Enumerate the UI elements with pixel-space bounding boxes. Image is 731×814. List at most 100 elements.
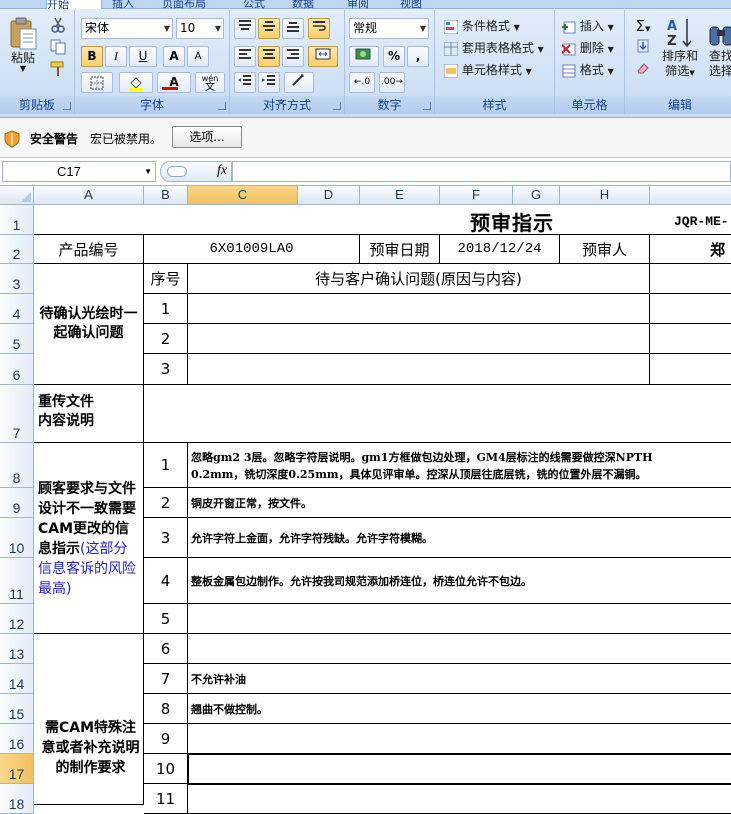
shrink-font-button[interactable]: A	[187, 46, 209, 67]
formula-input[interactable]	[232, 161, 731, 182]
column-header-i[interactable]	[650, 186, 731, 205]
name-box[interactable]: C17 ▼	[2, 161, 156, 182]
number-format-combo[interactable]: 常规 ▼	[349, 18, 429, 39]
row-header-18[interactable]: 18	[0, 784, 34, 814]
underline-button[interactable]: U	[129, 46, 157, 67]
wrap-text-button[interactable]	[308, 18, 330, 39]
align-left-button[interactable]	[234, 46, 256, 67]
row-header-6[interactable]: 6	[0, 354, 34, 385]
grow-font-button[interactable]: A	[163, 46, 185, 67]
s3-seq-3[interactable]: 3	[144, 518, 188, 558]
font-color-button[interactable]: A	[157, 72, 191, 93]
tab-formulas[interactable]: 公式	[243, 0, 265, 10]
conditional-formatting-button[interactable]: 条件格式 ▼	[441, 16, 523, 36]
s3-instruction-1[interactable]: 忽略gm2 3层。忽略字符层说明。gm1方框做包边处理，GM4层标注的线需要做控…	[188, 443, 731, 488]
row-header-13[interactable]: 13	[0, 634, 34, 664]
s4-requirement-7[interactable]: 不允许补油	[188, 664, 731, 694]
borders-button[interactable]	[81, 72, 113, 93]
row-header-8[interactable]: 8	[0, 443, 34, 488]
row-header-17[interactable]: 17	[0, 754, 34, 784]
formula-expand-knob[interactable]	[167, 166, 187, 177]
decrease-decimal-button[interactable]: .00→	[379, 72, 405, 93]
column-header-e[interactable]: E	[360, 186, 440, 205]
reupload-notes-content[interactable]	[144, 385, 731, 443]
s3-seq-4[interactable]: 4	[144, 558, 188, 604]
reviewer-label[interactable]: 预审人	[560, 235, 650, 264]
cut-button[interactable]	[48, 16, 68, 36]
s3-seq-2[interactable]: 2	[144, 488, 188, 518]
sort-filter-button[interactable]: AZ 排序和 筛选▼	[661, 16, 699, 96]
row-header-2[interactable]: 2	[0, 235, 34, 264]
row-header-1[interactable]: 1	[0, 205, 34, 235]
row-header-11[interactable]: 11	[0, 558, 34, 604]
s4-seq-11[interactable]: 11	[144, 784, 188, 814]
tab-insert[interactable]: 插入	[112, 0, 134, 10]
s4-seq-6[interactable]: 6	[144, 634, 188, 664]
product-number-label[interactable]: 产品编号	[34, 235, 144, 264]
s4-seq-10[interactable]: 10	[144, 754, 188, 784]
alignment-dialog-launcher[interactable]	[333, 102, 341, 110]
s1-issue-1[interactable]	[188, 294, 650, 324]
s1-extra-1[interactable]	[650, 294, 731, 324]
increase-decimal-button[interactable]: ←.0	[349, 72, 375, 93]
format-as-table-button[interactable]: 套用表格格式 ▼	[441, 38, 547, 58]
font-name-combo[interactable]: 宋体 ▼	[81, 18, 173, 39]
issue-header[interactable]: 待与客户确认问题(原因与内容)	[188, 264, 650, 294]
number-dialog-launcher[interactable]	[423, 102, 431, 110]
s4-seq-9[interactable]: 9	[144, 724, 188, 754]
s4-requirement-6[interactable]	[188, 634, 731, 664]
decrease-indent-button[interactable]	[234, 72, 256, 93]
row-header-3[interactable]: 3	[0, 264, 34, 294]
bold-button[interactable]: B	[81, 46, 103, 67]
s3-instruction-5[interactable]	[188, 604, 731, 634]
autosum-button[interactable]: Σ▼	[628, 16, 658, 36]
increase-indent-button[interactable]	[258, 72, 280, 93]
section-reupload-notes[interactable]: 重传文件 内容说明	[34, 385, 144, 443]
select-all-corner[interactable]	[0, 186, 34, 205]
merge-center-button[interactable]	[308, 46, 338, 67]
column-header-c[interactable]: C	[188, 186, 298, 205]
s4-seq-8[interactable]: 8	[144, 694, 188, 724]
row-header-15[interactable]: 15	[0, 694, 34, 724]
tab-view[interactable]: 视图	[400, 0, 422, 10]
reviewer-value[interactable]: 郑	[650, 235, 731, 264]
comma-style-button[interactable]: ,	[407, 46, 429, 67]
column-header-h[interactable]: H	[560, 186, 650, 205]
tab-review[interactable]: 审阅	[347, 0, 369, 10]
s4-requirement-9[interactable]	[188, 724, 731, 754]
review-date-value[interactable]: 2018/12/24	[440, 235, 560, 264]
insert-cells-button[interactable]: 插入 ▼	[559, 16, 617, 36]
font-size-combo[interactable]: 10 ▼	[176, 18, 224, 39]
column-header-g[interactable]: G	[513, 186, 560, 205]
cell-styles-button[interactable]: 单元格样式 ▼	[441, 60, 535, 80]
tab-page-layout[interactable]: 页面布局	[162, 0, 206, 10]
security-options-button[interactable]: 选项...	[172, 126, 242, 148]
find-select-button[interactable]: 查找 选择	[703, 16, 731, 96]
align-bottom-button[interactable]	[282, 18, 304, 39]
s1-extra-2[interactable]	[650, 324, 731, 354]
fill-color-button[interactable]	[119, 72, 153, 93]
s1-seq-1[interactable]: 1	[144, 294, 188, 324]
tab-home[interactable]: 开始	[46, 0, 102, 11]
s1-issue-2[interactable]	[188, 324, 650, 354]
orientation-button[interactable]	[284, 72, 314, 93]
clear-button[interactable]	[628, 60, 658, 80]
s3-seq-5[interactable]: 5	[144, 604, 188, 634]
s1-issue-3[interactable]	[188, 354, 650, 385]
delete-cells-button[interactable]: 删除 ▼	[559, 38, 617, 58]
row-header-16[interactable]: 16	[0, 724, 34, 754]
column-header-b[interactable]: B	[144, 186, 188, 205]
fill-button[interactable]	[628, 38, 658, 58]
format-painter-button[interactable]	[48, 60, 68, 80]
issue-extra-header[interactable]	[650, 264, 731, 294]
column-header-f[interactable]: F	[440, 186, 513, 205]
accounting-format-button[interactable]	[349, 46, 379, 67]
align-center-button[interactable]	[258, 46, 280, 67]
s1-seq-3[interactable]: 3	[144, 354, 188, 385]
s4-requirement-11[interactable]	[188, 784, 731, 814]
product-number-value[interactable]: 6X01009LA0	[144, 235, 360, 264]
section-cam-special-requirements[interactable]: 需CAM特殊注意或者补充说明的制作要求	[34, 634, 144, 805]
insert-function-button[interactable]: fx	[217, 163, 227, 179]
s1-extra-3[interactable]	[650, 354, 731, 385]
s3-instruction-4[interactable]: 整板金属包边制作。允许按我司规范添加桥连位，桥连位允许不包边。	[188, 558, 731, 604]
